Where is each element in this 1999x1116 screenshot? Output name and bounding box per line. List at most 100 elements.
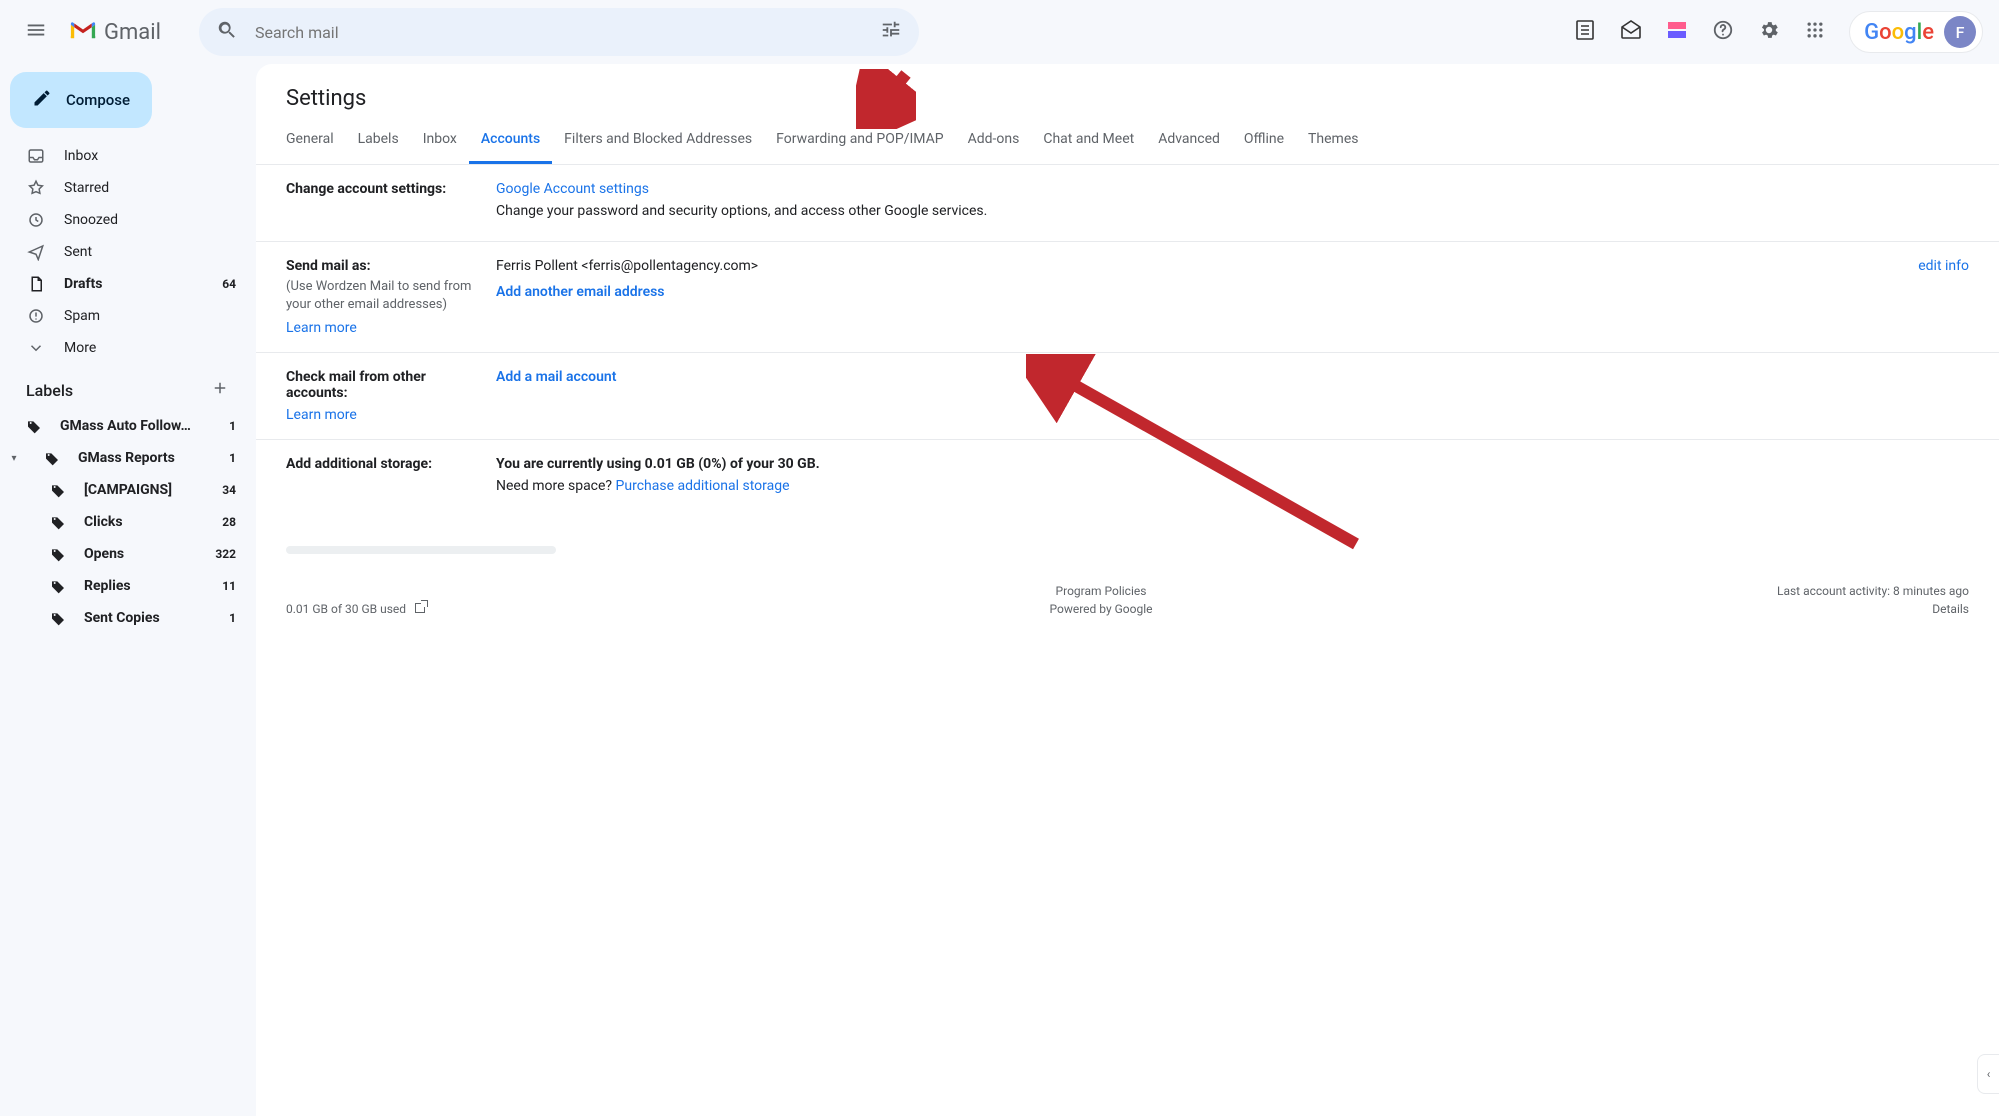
- tune-icon: [880, 19, 902, 45]
- horizontal-scrollbar[interactable]: [286, 546, 556, 554]
- search-options-button[interactable]: [871, 12, 911, 52]
- nav-drafts[interactable]: Drafts64: [0, 268, 248, 300]
- extension-gmass-button[interactable]: [1657, 12, 1697, 52]
- label-text: GMass Reports: [78, 450, 211, 466]
- plus-icon: [211, 379, 229, 401]
- external-link-icon: [415, 603, 425, 613]
- inbox-icon: [26, 146, 46, 166]
- nav-spam[interactable]: Spam: [0, 300, 248, 332]
- purchase-storage-link[interactable]: Purchase additional storage: [616, 478, 790, 494]
- mail-open-icon: [1619, 18, 1643, 46]
- search-bar[interactable]: [199, 8, 919, 56]
- tab-offline[interactable]: Offline: [1232, 119, 1296, 164]
- caret-down-icon: ▾: [8, 453, 20, 464]
- side-panel-toggle[interactable]: ‹: [1977, 1054, 1999, 1094]
- search-button[interactable]: [207, 12, 247, 52]
- label-tag-icon: [50, 546, 66, 562]
- label-opens[interactable]: Opens322: [0, 538, 248, 570]
- add-mail-account-link[interactable]: Add a mail account: [496, 369, 616, 385]
- tab-advanced[interactable]: Advanced: [1146, 119, 1232, 164]
- last-activity-text: Last account activity: 8 minutes ago: [1777, 584, 1969, 598]
- app-header: Gmail: [0, 0, 1999, 64]
- tab-accounts[interactable]: Accounts: [469, 119, 552, 164]
- extension-mailtrack-button[interactable]: [1611, 12, 1651, 52]
- gmail-logo[interactable]: Gmail: [68, 19, 191, 45]
- nav-snoozed[interactable]: Snoozed: [0, 204, 248, 236]
- label-text: Clicks: [84, 514, 204, 530]
- avatar: F: [1944, 16, 1976, 48]
- nav-starred[interactable]: Starred: [0, 172, 248, 204]
- google-apps-button[interactable]: [1795, 12, 1835, 52]
- more-icon: [26, 338, 46, 358]
- send-mail-identity: Ferris Pollent <ferris@pollentagency.com…: [496, 258, 758, 274]
- label-count: 1: [229, 451, 236, 465]
- main-menu-button[interactable]: [12, 8, 60, 56]
- label-count: 28: [222, 515, 236, 529]
- label-tag-icon: [50, 610, 66, 626]
- activity-details-link[interactable]: Details: [1932, 602, 1969, 616]
- send-mail-as-learn-more-link[interactable]: Learn more: [286, 320, 357, 336]
- nav-label: Spam: [64, 308, 218, 324]
- account-switcher[interactable]: Google F: [1849, 11, 1983, 53]
- send-mail-as-heading: Send mail as:: [286, 258, 480, 274]
- nav-label: Snoozed: [64, 212, 218, 228]
- sheets-icon: [1573, 18, 1597, 46]
- label-tag-icon: [26, 418, 42, 434]
- tab-forwarding-and-pop-imap[interactable]: Forwarding and POP/IMAP: [764, 119, 955, 164]
- tab-labels[interactable]: Labels: [346, 119, 411, 164]
- powered-by-text: Powered by Google: [1050, 602, 1153, 616]
- nav-label: Inbox: [64, 148, 218, 164]
- tab-inbox[interactable]: Inbox: [411, 119, 469, 164]
- support-button[interactable]: [1703, 12, 1743, 52]
- help-icon: [1712, 19, 1734, 45]
- label-replies[interactable]: Replies11: [0, 570, 248, 602]
- tab-chat-and-meet[interactable]: Chat and Meet: [1031, 119, 1146, 164]
- tab-general[interactable]: General: [274, 119, 346, 164]
- compose-button[interactable]: Compose: [10, 72, 152, 128]
- nav-inbox[interactable]: Inbox: [0, 140, 248, 172]
- label-tag-icon: [50, 514, 66, 530]
- search-input[interactable]: [255, 23, 863, 42]
- add-another-email-link[interactable]: Add another email address: [496, 284, 665, 300]
- label-text: Sent Copies: [84, 610, 211, 626]
- label-tag-icon: [44, 450, 60, 466]
- label-clicks[interactable]: Clicks 28: [0, 506, 248, 538]
- extension-sheets-button[interactable]: [1565, 12, 1605, 52]
- label-count: 11: [222, 579, 236, 593]
- nav-sent[interactable]: Sent: [0, 236, 248, 268]
- check-mail-learn-more-link[interactable]: Learn more: [286, 407, 357, 423]
- settings-button[interactable]: [1749, 12, 1789, 52]
- label-tag-icon: [50, 482, 66, 498]
- manage-storage-link[interactable]: [409, 602, 425, 616]
- change-account-desc: Change your password and security option…: [496, 203, 1969, 219]
- label-count: 1: [229, 419, 236, 433]
- storage-usage-line: You are currently using 0.01 GB (0%) of …: [496, 456, 1969, 472]
- snoozed-icon: [26, 210, 46, 230]
- tab-filters-and-blocked-addresses[interactable]: Filters and Blocked Addresses: [552, 119, 764, 164]
- nav-more[interactable]: More: [0, 332, 248, 364]
- label-sent-copies[interactable]: Sent Copies1: [0, 602, 248, 634]
- check-mail-heading: Check mail from other accounts:: [286, 369, 480, 401]
- label-text: [CAMPAIGNS]: [84, 482, 204, 498]
- google-account-settings-link[interactable]: Google Account settings: [496, 181, 649, 197]
- section-storage: Add additional storage: You are currentl…: [256, 440, 1999, 516]
- nav-label: Starred: [64, 180, 218, 196]
- header-right-group: Google F: [1565, 11, 1983, 53]
- storage-heading: Add additional storage:: [286, 456, 480, 472]
- sent-icon: [26, 242, 46, 262]
- google-logo: Google: [1864, 20, 1934, 45]
- tab-themes[interactable]: Themes: [1296, 119, 1370, 164]
- tab-add-ons[interactable]: Add-ons: [956, 119, 1032, 164]
- labels-title: Labels: [26, 381, 73, 400]
- program-policies-link[interactable]: Program Policies: [1056, 584, 1147, 598]
- label-gmass-auto-follow[interactable]: GMass Auto Follow…1: [0, 410, 248, 442]
- label-gmass-reports[interactable]: ▾ GMass Reports 1: [0, 442, 248, 474]
- edit-info-link[interactable]: edit info: [1918, 258, 1969, 274]
- label-campaigns[interactable]: [CAMPAIGNS]34: [0, 474, 248, 506]
- nav-label: Sent: [64, 244, 218, 260]
- label-text: Opens: [84, 546, 197, 562]
- chevron-left-icon: ‹: [1987, 1067, 1991, 1081]
- section-change-account: Change account settings: Google Account …: [256, 165, 1999, 242]
- drafts-icon: [26, 274, 46, 294]
- add-label-button[interactable]: [206, 376, 234, 404]
